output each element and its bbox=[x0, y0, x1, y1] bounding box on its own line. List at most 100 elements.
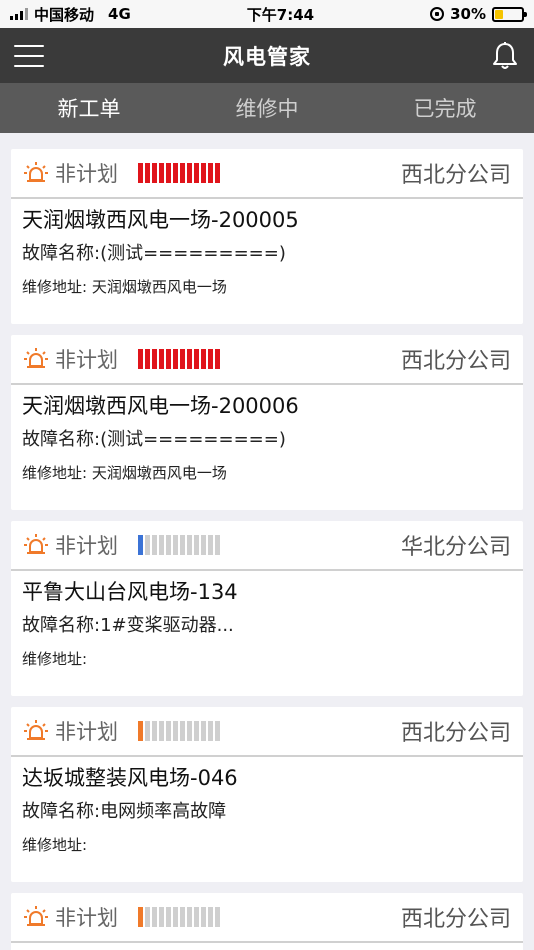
fault-name: 电网频率高故障 bbox=[100, 801, 227, 822]
priority-segment bbox=[145, 721, 150, 741]
alarm-light-icon bbox=[24, 906, 48, 926]
card-body: 平鲁大山台风电场-134 故障名称:1#变桨驱动器... 维修地址: bbox=[11, 571, 523, 669]
priority-segment bbox=[180, 535, 185, 555]
bell-icon[interactable] bbox=[490, 40, 520, 72]
card-header: 非计划 西北分公司 bbox=[11, 893, 523, 943]
order-type: 非计划 bbox=[55, 720, 118, 744]
priority-segment bbox=[201, 721, 206, 741]
alarm-light-icon bbox=[24, 348, 48, 368]
fault-line: 故障名称:(测试=========) bbox=[22, 243, 512, 265]
card-header: 非计划 华北分公司 bbox=[11, 521, 523, 571]
work-order-card[interactable]: 非计划 西北分公司 天润烟墩西风电一场-200005 故障名称:(测试=====… bbox=[11, 149, 523, 324]
address-label: 维修地址: bbox=[22, 836, 88, 854]
work-order-card[interactable]: 非计划 华北分公司 平鲁大山台风电场-134 故障名称:1#变桨驱动器... 维… bbox=[11, 521, 523, 696]
priority-bar bbox=[138, 163, 220, 183]
nav-bar: 风电管家 bbox=[0, 28, 534, 83]
priority-segment bbox=[145, 163, 150, 183]
priority-segment bbox=[208, 907, 213, 927]
signal-strength-icon bbox=[10, 8, 28, 20]
card-header: 非计划 西北分公司 bbox=[11, 707, 523, 757]
address-line: 维修地址: 天润烟墩西风电一场 bbox=[22, 463, 512, 483]
work-order-card[interactable]: 非计划 西北分公司 bbox=[11, 893, 523, 950]
tab-1[interactable]: 维修中 bbox=[178, 93, 356, 123]
fault-line: 故障名称:(测试=========) bbox=[22, 429, 512, 451]
site-name: 天润烟墩西风电一场-200005 bbox=[22, 208, 299, 232]
tab-0[interactable]: 新工单 bbox=[0, 93, 178, 123]
battery-level-fill bbox=[494, 9, 503, 19]
priority-segment bbox=[159, 535, 164, 555]
priority-segment bbox=[152, 163, 157, 183]
priority-segment bbox=[173, 163, 178, 183]
priority-segment bbox=[187, 163, 192, 183]
priority-segment bbox=[201, 163, 206, 183]
address-label: 维修地址: bbox=[22, 278, 92, 296]
priority-segment bbox=[173, 349, 178, 369]
priority-segment bbox=[145, 349, 150, 369]
card-header: 非计划 西北分公司 bbox=[11, 149, 523, 199]
priority-segment bbox=[138, 349, 143, 369]
fault-label: 故障名称: bbox=[22, 801, 101, 822]
priority-segment bbox=[194, 163, 199, 183]
fault-line: 故障名称:1#变桨驱动器... bbox=[22, 615, 512, 637]
priority-segment bbox=[208, 535, 213, 555]
priority-segment bbox=[138, 907, 143, 927]
status-bar: 中国移动 4G 下午7:44 30% bbox=[0, 0, 534, 28]
company-name: 华北分公司 bbox=[400, 535, 511, 560]
alarm-light-icon bbox=[24, 534, 48, 554]
priority-segment bbox=[159, 163, 164, 183]
address-line: 维修地址: bbox=[22, 835, 512, 855]
priority-segment bbox=[187, 907, 192, 927]
site-name: 达坂城整装风电场-046 bbox=[22, 766, 238, 790]
order-type: 非计划 bbox=[55, 534, 118, 558]
priority-segment bbox=[173, 907, 178, 927]
priority-segment bbox=[201, 349, 206, 369]
priority-segment bbox=[138, 535, 143, 555]
status-bar-right: 30% bbox=[430, 5, 527, 23]
priority-segment bbox=[145, 535, 150, 555]
priority-segment bbox=[187, 721, 192, 741]
status-time: 下午7:44 bbox=[246, 5, 315, 24]
priority-segment bbox=[208, 349, 213, 369]
work-order-card[interactable]: 非计划 西北分公司 达坂城整装风电场-046 故障名称:电网频率高故障 维修地址… bbox=[11, 707, 523, 882]
priority-segment bbox=[180, 163, 185, 183]
status-bar-left: 中国移动 4G bbox=[10, 4, 131, 25]
fault-label: 故障名称: bbox=[22, 243, 101, 264]
priority-segment bbox=[215, 163, 220, 183]
address-line: 维修地址: 天润烟墩西风电一场 bbox=[22, 277, 512, 297]
card-body: 天润烟墩西风电一场-200005 故障名称:(测试=========) 维修地址… bbox=[11, 199, 523, 297]
card-body: 达坂城整装风电场-046 故障名称:电网频率高故障 维修地址: bbox=[11, 757, 523, 855]
card-header: 非计划 西北分公司 bbox=[11, 335, 523, 385]
priority-segment bbox=[187, 535, 192, 555]
priority-segment bbox=[152, 535, 157, 555]
priority-segment bbox=[152, 907, 157, 927]
order-type: 非计划 bbox=[55, 906, 118, 930]
fault-label: 故障名称: bbox=[22, 615, 101, 636]
priority-segment bbox=[194, 721, 199, 741]
priority-segment bbox=[215, 907, 220, 927]
priority-segment bbox=[159, 349, 164, 369]
hamburger-menu-icon[interactable] bbox=[14, 44, 44, 67]
address-label: 维修地址: bbox=[22, 464, 92, 482]
priority-bar bbox=[138, 907, 220, 927]
priority-segment bbox=[208, 163, 213, 183]
fault-name: 1#变桨驱动器... bbox=[100, 615, 234, 636]
company-name: 西北分公司 bbox=[400, 163, 511, 188]
address-label: 维修地址: bbox=[22, 650, 88, 668]
priority-segment bbox=[208, 721, 213, 741]
address-value: 天润烟墩西风电一场 bbox=[91, 464, 227, 482]
priority-segment bbox=[194, 349, 199, 369]
card-body: 天润烟墩西风电一场-200006 故障名称:(测试=========) 维修地址… bbox=[11, 385, 523, 483]
priority-segment bbox=[159, 721, 164, 741]
alarm-light-icon bbox=[24, 162, 48, 182]
priority-segment bbox=[152, 721, 157, 741]
priority-segment bbox=[145, 907, 150, 927]
priority-segment bbox=[187, 349, 192, 369]
priority-segment bbox=[215, 721, 220, 741]
company-name: 西北分公司 bbox=[400, 907, 511, 932]
work-order-list: 非计划 西北分公司 天润烟墩西风电一场-200005 故障名称:(测试=====… bbox=[0, 133, 534, 950]
site-name: 天润烟墩西风电一场-200006 bbox=[22, 394, 299, 418]
priority-segment bbox=[166, 535, 171, 555]
work-order-card[interactable]: 非计划 西北分公司 天润烟墩西风电一场-200006 故障名称:(测试=====… bbox=[11, 335, 523, 510]
priority-segment bbox=[180, 907, 185, 927]
tab-2[interactable]: 已完成 bbox=[356, 93, 534, 123]
